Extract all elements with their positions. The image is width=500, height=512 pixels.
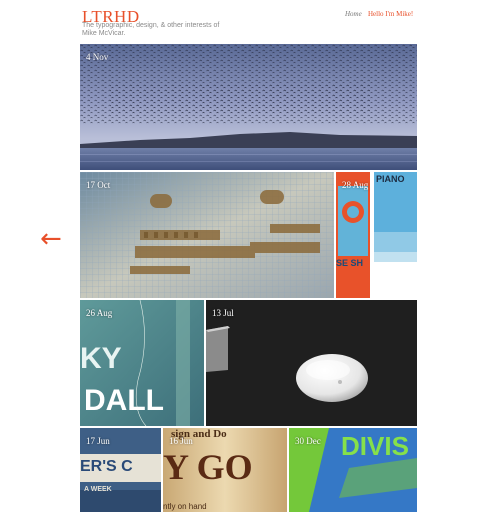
- poster-text: Y GO: [163, 447, 253, 487]
- post-tile-teal[interactable]: KY DALL 26 Aug: [80, 300, 204, 426]
- post-grid: 4 Nov 17 Oct PIANO SE SH 28 Aug KY DALL …: [80, 44, 417, 512]
- tile-image: [80, 172, 334, 298]
- site-tagline: The typographic, design, & other interes…: [82, 22, 220, 37]
- post-date: 17 Jun: [86, 436, 110, 446]
- post-date: 30 Dec: [295, 436, 321, 446]
- nav-hello-link[interactable]: Hello I'm Mike!: [368, 10, 413, 18]
- tile-image: [336, 172, 417, 298]
- poster-text: SE SH: [336, 258, 364, 268]
- post-date: 28 Aug: [342, 180, 369, 190]
- tile-image: [206, 300, 417, 426]
- post-date: 4 Nov: [86, 52, 109, 62]
- poster-text: PIANO: [376, 174, 405, 184]
- poster-text: ER'S C: [80, 458, 133, 475]
- post-date: 16 Jun: [169, 436, 193, 446]
- poster-text: A WEEK: [84, 486, 112, 493]
- post-tile-woodtype[interactable]: sign and Do Y GO ntly on hand 16 Jun: [163, 428, 287, 512]
- post-tile-green[interactable]: DIVIS 30 Dec: [289, 428, 417, 512]
- nav-home-link[interactable]: Home: [345, 10, 362, 18]
- post-date: 26 Aug: [86, 308, 113, 318]
- tile-image: [80, 44, 417, 170]
- post-tile-letterpress[interactable]: 17 Oct: [80, 172, 334, 298]
- left-arrow-icon[interactable]: ←: [40, 226, 62, 252]
- poster-text: DIVIS: [341, 431, 409, 461]
- post-tile-poster[interactable]: PIANO SE SH 28 Aug: [336, 172, 417, 298]
- poster-text: ntly on hand: [163, 502, 207, 511]
- poster-text: KY: [80, 342, 122, 375]
- post-tile-birds[interactable]: 4 Nov: [80, 44, 417, 170]
- post-date: 13 Jul: [212, 308, 234, 318]
- post-date: 17 Oct: [86, 180, 111, 190]
- poster-text: DALL: [84, 384, 164, 417]
- post-tile-mouse[interactable]: 13 Jul: [206, 300, 417, 426]
- post-tile-vintage[interactable]: ER'S C A WEEK 17 Jun: [80, 428, 161, 512]
